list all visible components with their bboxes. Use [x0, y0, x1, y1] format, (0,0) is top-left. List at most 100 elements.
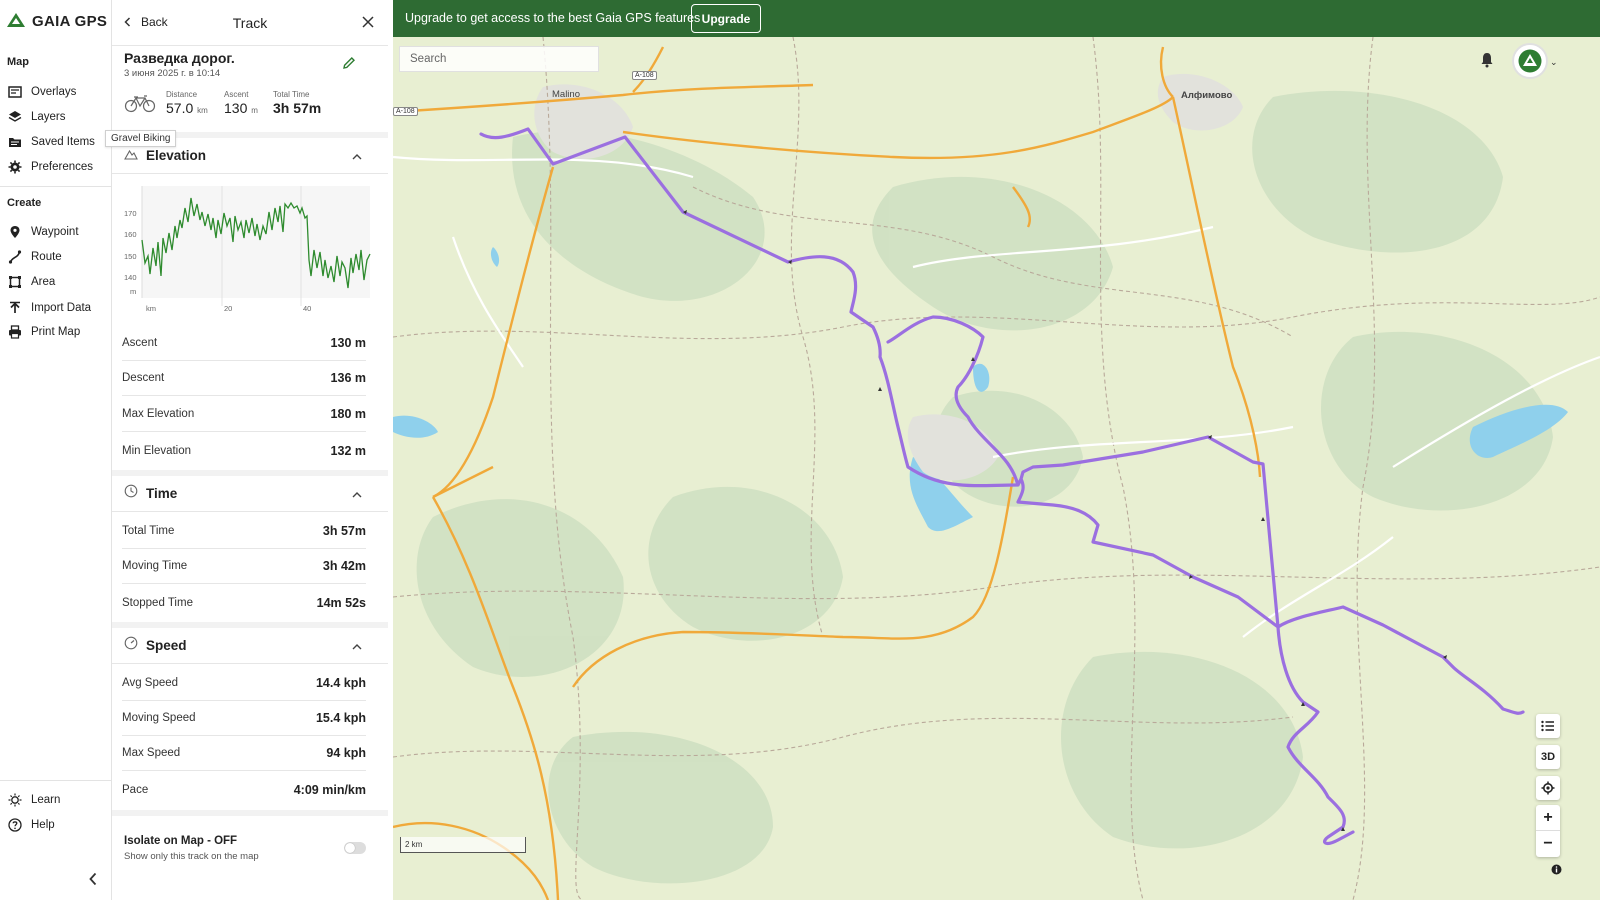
close-button[interactable]: [362, 12, 374, 33]
brand-name: GAIA GPS: [32, 12, 108, 30]
collapse-nav-button[interactable]: [88, 872, 98, 891]
y-tick: 160: [124, 230, 137, 239]
list-icon: [1541, 720, 1554, 732]
place-label-alfimovo: Алфимово: [1181, 90, 1233, 101]
zoom-controls: + −: [1536, 805, 1560, 857]
upgrade-banner: Upgrade to get access to the best Gaia G…: [393, 0, 1600, 37]
nav-item-preferences[interactable]: Preferences: [8, 158, 93, 176]
chevron-up-icon: [352, 149, 362, 163]
stat-row-max-speed: Max Speed 94 kph: [122, 736, 366, 771]
route-icon: [8, 250, 22, 264]
stat-label: Moving Speed: [122, 712, 196, 724]
total-time-label: Total Time: [273, 90, 310, 99]
stat-value: 130 m: [330, 336, 366, 350]
stat-label: Max Speed: [122, 747, 181, 759]
nav-item-area[interactable]: Area: [8, 273, 55, 291]
nav-divider: [0, 780, 112, 781]
stat-value: 4:09 min/km: [293, 782, 366, 797]
stat-row-ascent: Ascent 130 m: [122, 326, 366, 361]
stat-label: Ascent: [122, 337, 158, 349]
pencil-icon: [343, 57, 355, 69]
stat-label: Pace: [122, 783, 149, 796]
zoom-out-button[interactable]: −: [1536, 831, 1560, 857]
nav-item-learn[interactable]: Learn: [8, 791, 60, 809]
stat-value: 136 m: [330, 371, 366, 385]
isolate-subtitle: Show only this track on the map: [124, 851, 259, 862]
upgrade-button[interactable]: Upgrade: [691, 4, 761, 33]
gaia-logo-icon: [7, 13, 25, 27]
nav-item-print-map[interactable]: Print Map: [8, 323, 80, 341]
place-label-malino: Malino: [552, 89, 580, 100]
stat-value: 14m 52s: [316, 595, 366, 610]
zoom-in-button[interactable]: +: [1536, 805, 1560, 831]
attribution-info-button[interactable]: [1551, 864, 1562, 878]
road-shield-a108: A-108: [393, 107, 418, 116]
edit-track-button[interactable]: [342, 56, 356, 75]
nav-label: Help: [31, 819, 55, 831]
nav-item-route[interactable]: Route: [8, 248, 62, 266]
printer-icon: [9, 325, 21, 339]
stat-label: Stopped Time: [122, 596, 193, 609]
left-nav: GAIA GPS Map Overlays Layers Saved Items…: [0, 0, 112, 900]
chevron-down-icon[interactable]: ⌄: [1550, 57, 1558, 68]
speedometer-icon: [124, 636, 138, 655]
summary-total-time: Total Time 3h 57m: [273, 90, 321, 116]
stat-value: 3h 57m: [322, 524, 366, 538]
panel-header: Back Track: [112, 0, 388, 46]
distance-label: Distance: [166, 90, 198, 99]
panel-title: Track: [232, 15, 268, 31]
nav-item-waypoint[interactable]: Waypoint: [8, 223, 79, 241]
stat-label: Max Elevation: [122, 408, 195, 420]
x-tick: km: [146, 304, 156, 313]
map-view[interactable]: Search Malino Алфимово A-108 A-108 ⌄ 3D …: [393, 37, 1600, 900]
chevron-up-icon: [352, 487, 362, 501]
nav-label: Route: [31, 251, 62, 263]
stat-row-moving-time: Moving Time 3h 42m: [122, 549, 366, 584]
account-avatar[interactable]: [1512, 43, 1548, 79]
crosshair-icon: [1541, 781, 1555, 795]
nav-item-overlays[interactable]: Overlays: [8, 83, 76, 101]
section-divider: [112, 810, 388, 816]
nav-item-layers[interactable]: Layers: [8, 108, 66, 126]
overlays-icon: [8, 86, 22, 98]
locate-button[interactable]: [1536, 776, 1560, 800]
chevron-up-icon: [352, 639, 362, 653]
stat-row-pace: Pace 4:09 min/km: [122, 772, 366, 807]
summary-ascent: Ascent 130 m: [224, 90, 258, 116]
time-section-header[interactable]: Time: [112, 476, 388, 512]
map-canvas[interactable]: [393, 37, 1600, 900]
nav-item-saved-items[interactable]: Saved Items: [8, 133, 95, 151]
stat-row-descent: Descent 136 m: [122, 361, 366, 396]
stat-label: Descent: [122, 372, 165, 384]
road-shield-a108: A-108: [632, 71, 657, 80]
x-tick: 40: [303, 304, 311, 313]
area-icon: [9, 276, 21, 288]
notifications-button[interactable]: [1480, 52, 1494, 73]
elevation-chart[interactable]: 170 160 150 140 m km 20 40: [112, 178, 388, 318]
stat-label: Avg Speed: [122, 677, 179, 689]
nav-section-create: Create: [7, 197, 42, 209]
map-search-input[interactable]: Search: [399, 46, 599, 72]
bike-icon: [124, 95, 156, 118]
toggle-3d-button[interactable]: 3D: [1536, 745, 1560, 769]
activity-tooltip: Gravel Biking: [105, 130, 177, 147]
y-tick: 150: [124, 252, 137, 261]
brand-logo[interactable]: GAIA GPS: [6, 12, 107, 30]
nav-item-import-data[interactable]: Import Data: [8, 299, 91, 317]
ascent-unit: m: [251, 106, 258, 115]
stat-row-max-elevation: Max Elevation 180 m: [122, 397, 366, 432]
stat-value: 132 m: [330, 443, 366, 458]
nav-item-help[interactable]: Help: [8, 816, 55, 834]
stat-row-moving-speed: Moving Speed 15.4 kph: [122, 701, 366, 736]
nav-label: Import Data: [31, 302, 92, 314]
close-icon: [362, 16, 374, 28]
legend-list-button[interactable]: [1536, 714, 1560, 738]
speed-section-header[interactable]: Speed: [112, 628, 388, 664]
forest-areas: [416, 90, 1553, 884]
stat-value: 180 m: [330, 407, 366, 421]
stat-row-min-elevation: Min Elevation 132 m: [122, 433, 366, 468]
isolate-toggle[interactable]: [344, 842, 366, 854]
distance-value: 57.0: [166, 100, 194, 116]
stat-row-total-time: Total Time 3h 57m: [122, 514, 366, 549]
stat-row-stopped-time: Stopped Time 14m 52s: [122, 585, 366, 620]
